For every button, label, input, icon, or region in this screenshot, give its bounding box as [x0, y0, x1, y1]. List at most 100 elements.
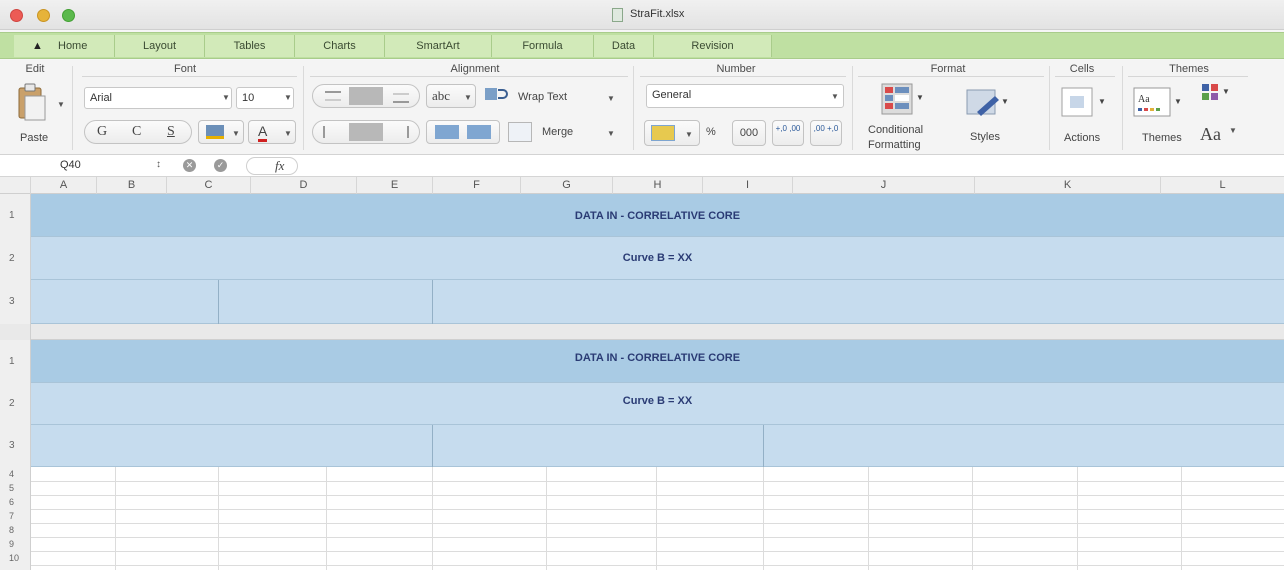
- home-icon: ▲: [32, 40, 43, 52]
- wrap-text-dropdown-icon[interactable]: ▼: [607, 94, 615, 103]
- name-box-stepper-icon[interactable]: ↕: [156, 159, 161, 170]
- table2-header-text: DATA IN - CORRELATIVE CORE: [574, 352, 741, 364]
- column-header-f[interactable]: F: [433, 177, 521, 194]
- theme-colors-icon: ▼: [1202, 84, 1230, 100]
- number-format-dropdown-icon[interactable]: ▼: [831, 92, 839, 101]
- orientation-dropdown-icon: ▼: [464, 93, 472, 102]
- bold-button[interactable]: G: [97, 124, 107, 140]
- merge-dropdown-icon[interactable]: ▼: [607, 129, 615, 138]
- font-color-button[interactable]: A ▼: [248, 120, 296, 144]
- text-style-segment: G C S: [84, 120, 192, 144]
- minimize-button[interactable]: [37, 9, 50, 22]
- table2-subheader-row[interactable]: Curve B = XX: [31, 383, 1284, 425]
- currency-icon: [651, 125, 675, 141]
- confirm-icon[interactable]: ✓: [214, 159, 227, 172]
- theme-fonts-dropdown-icon[interactable]: ▼: [1229, 126, 1237, 135]
- row-header[interactable]: 4: [0, 467, 31, 481]
- underline-button[interactable]: S: [167, 124, 175, 140]
- row-header-gap: [0, 324, 31, 340]
- column-header-l[interactable]: L: [1161, 177, 1284, 194]
- tab-tables[interactable]: Tables: [205, 35, 295, 57]
- align-middle-icon[interactable]: [349, 87, 383, 105]
- indent-segment: [426, 120, 500, 144]
- row-header[interactable]: 2: [0, 383, 31, 425]
- group-label-font: Font: [173, 63, 196, 75]
- align-bottom-icon[interactable]: [393, 93, 409, 103]
- row-header[interactable]: 6: [0, 495, 31, 509]
- text-orientation-button[interactable]: abc ▼: [426, 84, 476, 108]
- document-icon: [612, 8, 623, 22]
- tab-home[interactable]: ▲ Home: [14, 35, 115, 57]
- name-box[interactable]: Q40: [60, 159, 81, 171]
- tab-smartart[interactable]: SmartArt: [385, 35, 492, 57]
- select-all-corner[interactable]: [0, 177, 31, 194]
- tab-charts[interactable]: Charts: [295, 35, 385, 57]
- row-header[interactable]: 7: [0, 509, 31, 523]
- tab-revision[interactable]: Revision: [654, 35, 772, 57]
- column-header-g[interactable]: G: [521, 177, 613, 194]
- column-header-c[interactable]: C: [167, 177, 251, 194]
- accounting-button[interactable]: ▼: [644, 120, 700, 146]
- row-header[interactable]: 1: [0, 340, 31, 383]
- column-header-j[interactable]: J: [793, 177, 975, 194]
- align-top-icon[interactable]: [325, 91, 341, 101]
- merge-button[interactable]: Merge: [542, 126, 573, 138]
- column-header-k[interactable]: K: [975, 177, 1161, 194]
- zoom-button[interactable]: [62, 9, 75, 22]
- thousands-button[interactable]: 000: [732, 120, 766, 146]
- insert-function-button[interactable]: fx: [246, 157, 298, 175]
- cancel-icon[interactable]: ✕: [183, 159, 196, 172]
- paste-dropdown-icon[interactable]: ▼: [57, 100, 65, 109]
- paint-bucket-icon: [206, 125, 224, 139]
- column-header-h[interactable]: H: [613, 177, 703, 194]
- row-header[interactable]: 8: [0, 523, 31, 537]
- close-button[interactable]: [10, 9, 23, 22]
- row-header[interactable]: 1: [0, 194, 31, 237]
- row-header[interactable]: 2: [0, 237, 31, 280]
- group-label-format: Format: [930, 63, 966, 75]
- column-header-i[interactable]: I: [703, 177, 793, 194]
- percent-button[interactable]: %: [706, 126, 716, 138]
- styles-button[interactable]: ▼: [965, 86, 1013, 122]
- wrap-text-button[interactable]: Wrap Text: [518, 91, 567, 103]
- tab-formula[interactable]: Formula: [492, 35, 594, 57]
- formula-input[interactable]: [302, 157, 1282, 175]
- align-left-icon[interactable]: [323, 126, 339, 138]
- column-header-d[interactable]: D: [251, 177, 357, 194]
- align-center-icon[interactable]: [349, 123, 383, 141]
- horizontal-align-segment: [312, 120, 420, 144]
- increase-decimal-button[interactable]: +,0 ,00: [772, 120, 804, 146]
- row-header[interactable]: 5: [0, 481, 31, 495]
- ribbon: Edit ▼ Paste Font Arial ▼ 10 ▼ G C S ▼ A: [0, 60, 1284, 155]
- row-header[interactable]: 9: [0, 537, 31, 551]
- theme-colors-button[interactable]: ▼: [1198, 82, 1234, 110]
- column-header-a[interactable]: A: [31, 177, 97, 194]
- column-header-e[interactable]: E: [357, 177, 433, 194]
- increase-indent-icon[interactable]: [467, 125, 491, 139]
- table1-header-row[interactable]: DATA IN - CORRELATIVE CORE: [31, 194, 1284, 237]
- italic-button[interactable]: C: [132, 124, 141, 140]
- align-right-icon[interactable]: [393, 126, 409, 138]
- font-size-dropdown-icon[interactable]: ▼: [284, 93, 292, 102]
- themes-button[interactable]: Aa ▼: [1132, 86, 1186, 120]
- decrease-indent-icon[interactable]: [435, 125, 459, 139]
- conditional-formatting-button[interactable]: ▼: [880, 82, 930, 122]
- theme-fonts-button[interactable]: Aa: [1200, 124, 1221, 145]
- column-header-b[interactable]: B: [97, 177, 167, 194]
- cells-actions-button[interactable]: ▼: [1058, 84, 1112, 122]
- table1-subheader-row[interactable]: Curve B = XX: [31, 237, 1284, 280]
- tab-layout[interactable]: Layout: [115, 35, 205, 57]
- wrap-text-icon: [484, 85, 508, 105]
- table2-data-row[interactable]: [31, 425, 1284, 467]
- row-header[interactable]: 10: [0, 551, 31, 570]
- decrease-decimal-button[interactable]: ,00 +,0: [810, 120, 842, 146]
- number-format-select[interactable]: General: [646, 84, 844, 108]
- tab-data[interactable]: Data: [594, 35, 654, 57]
- row-header[interactable]: 3: [0, 280, 31, 324]
- table2-header-row[interactable]: DATA IN - CORRELATIVE CORE: [31, 340, 1284, 383]
- font-name-select[interactable]: Arial: [84, 87, 232, 109]
- paste-button[interactable]: [12, 82, 52, 128]
- fill-color-button[interactable]: ▼: [198, 120, 244, 144]
- font-name-dropdown-icon[interactable]: ▼: [222, 93, 230, 102]
- row-header[interactable]: 3: [0, 425, 31, 467]
